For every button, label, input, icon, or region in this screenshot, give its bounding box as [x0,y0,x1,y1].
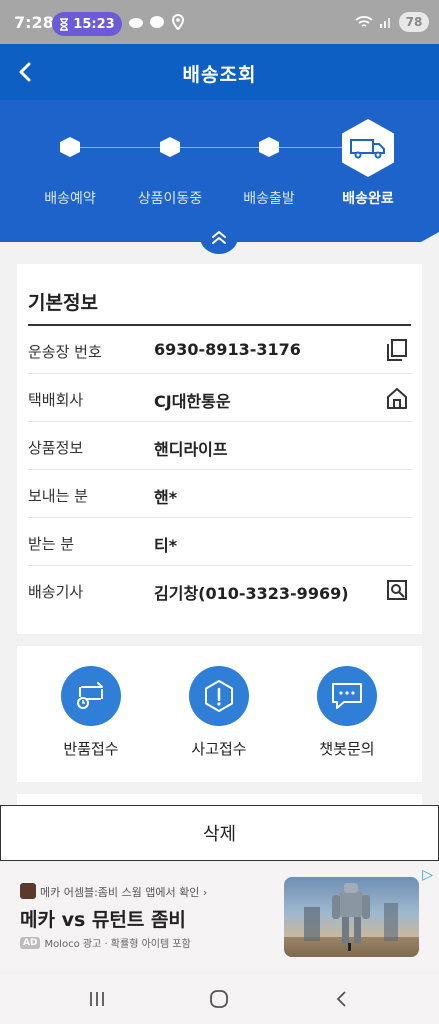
row-label: 상품정보 [28,439,84,457]
step-label: 배송출발 [243,191,295,207]
row-label: 운송장 번호 [28,343,102,361]
status-right: 78 [355,12,429,32]
ad-app-icon [20,883,36,899]
row-label: 배송기사 [28,583,84,601]
collapse-button[interactable] [200,220,238,254]
wifi-icon [355,16,373,27]
row-label: 받는 분 [28,535,75,553]
chat-bubble-icon [317,666,377,726]
copy-icon[interactable] [385,338,409,362]
step-marker-active [342,119,394,177]
row-label: 택배회사 [28,391,84,409]
step-label: 배송예약 [44,191,96,207]
incident-report-button[interactable]: 사고접수 [164,666,274,759]
ad-title[interactable]: 메카 vs 뮤턴트 좀비 [20,905,186,932]
step-marker [259,137,279,157]
progress-track [70,147,370,148]
adchoices-icon[interactable]: ▷ [422,867,433,883]
truck-icon [350,139,385,159]
row-value: 핸디라이프 [154,440,228,459]
location-icon [170,13,186,31]
row-value: 김기창(010-3323-9969) [154,584,349,603]
banner-corner [421,232,439,242]
home-icon[interactable] [385,386,409,410]
home-button[interactable] [199,986,239,1012]
talk-icon [149,14,165,30]
recents-button[interactable] [77,986,117,1012]
double-chevron-up-icon [212,231,226,244]
ad-image[interactable] [284,877,419,957]
battery-indicator: 78 [399,12,429,32]
signal-icon [380,18,390,28]
row-sender: 보내는 분 핸* [28,470,411,518]
row-value: 티* [154,536,178,555]
ad-app-link[interactable]: 메카 어셈블:좀비 스웜 앱에서 확인 › [40,884,207,900]
recents-icon [90,992,104,1006]
step-label: 배송완료 [342,191,394,207]
cloud-icon [128,14,144,30]
row-courier: 택배회사 CJ대한통운 [28,374,411,422]
step-label: 상품이동중 [137,191,203,207]
ad-advertiser: Moloco 광고 · 확률형 아이템 포함 [44,939,191,950]
app-header: 배송조회 [0,44,439,100]
section-title: 기본정보 [28,292,98,314]
status-bar: 7:28 15:23 78 [0,0,439,44]
row-driver: 배송기사 김기창(010-3323-9969) [28,566,411,614]
action-label: 사고접수 [191,740,247,758]
page-title: 배송조회 [182,64,257,86]
back-nav-button[interactable] [322,986,362,1012]
home-circle-icon [210,990,228,1008]
notification-icons [128,13,186,31]
contact-search-icon[interactable] [385,578,409,602]
action-label: 반품접수 [63,740,119,758]
delete-button[interactable]: 삭제 [0,805,439,861]
timer-chip[interactable]: 15:23 [52,12,122,36]
return-icon [61,666,121,726]
chevron-left-icon [336,991,346,1007]
ad-banner[interactable]: ▷ 메카 어셈블:좀비 스웜 앱에서 확인 › 메카 vs 뮤턴트 좀비 AD … [0,863,439,971]
row-recipient: 받는 분 티* [28,518,411,566]
return-request-button[interactable]: 반품접수 [36,666,146,759]
ad-meta: AD Moloco 광고 · 확률형 아이템 포함 [20,935,191,950]
chatbot-inquiry-button[interactable]: 챗봇문의 [292,666,402,759]
action-label: 챗봇문의 [319,740,375,758]
row-product: 상품정보 핸디라이프 [28,422,411,470]
row-value: CJ대한통운 [154,392,231,411]
status-time: 7:28 [14,13,54,32]
timer-text: 15:23 [73,16,115,32]
step-marker [160,137,180,157]
ad-tag: AD [20,936,41,949]
basic-info-card: 기본정보 운송장 번호 6930-8913-3176 택배회사 CJ대한통운 상… [17,264,422,634]
quick-actions-card: 반품접수 사고접수 챗봇문의 [17,646,422,782]
alert-hexagon-icon [189,666,249,726]
row-value: 6930-8913-3176 [154,340,301,359]
row-label: 보내는 분 [28,487,88,505]
hourglass-icon [60,17,69,31]
system-nav-bar [0,974,439,1024]
row-value: 핸* [154,488,178,507]
row-tracking-number: 운송장 번호 6930-8913-3176 [28,326,411,374]
step-marker [60,137,80,157]
